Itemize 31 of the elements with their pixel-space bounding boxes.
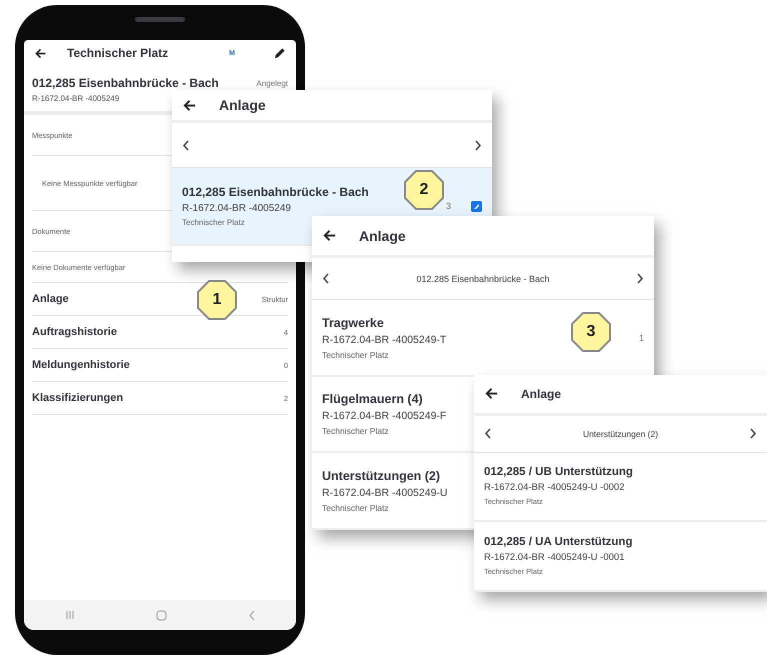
item-title: Flügelmauern (4) [322, 392, 423, 406]
screen-title: Technischer Platz [67, 46, 170, 60]
row-label: Auftragshistorie [32, 326, 117, 338]
item-title: 012,285 Eisenbahnbrücke - Bach [182, 185, 369, 199]
item-code: R-1672.04-BR -4005249-U -0001 [484, 552, 624, 564]
object-code: R-1672.04-BR -4005249 [32, 94, 120, 103]
item-type: Technischer Platz [322, 350, 389, 360]
nav-title: Unterstützungen (2) [582, 428, 658, 439]
item-type: Technischer Platz [322, 426, 389, 436]
item-title: Tragwerke [322, 316, 384, 330]
object-title: 012,285 Eisenbahnbrücke - Bach [32, 76, 219, 90]
item-count: 3 [446, 201, 451, 211]
item-title: 012,285 / UB Unterstützung [484, 466, 633, 478]
panel-title: Anlage [359, 228, 406, 244]
item-code: R-1672.04-BR -4005249-T [322, 334, 446, 346]
item-code: R-1672.04-BR -4005249-U [322, 486, 448, 499]
row-label: Meldungenhistorie [32, 359, 130, 371]
item-type: Technischer Platz [322, 502, 389, 513]
panel-title: Anlage [219, 97, 266, 113]
item-type: Technischer Platz [182, 218, 245, 227]
panel-title: Anlage [521, 386, 562, 401]
nav-title: 012.285 Eisenbahnbrücke - Bach [416, 274, 550, 284]
item-code: R-1672.04-BR -4005249-U -0002 [484, 482, 624, 494]
item-code: R-1672.04-BR -4005249-F [322, 410, 446, 422]
item-title: Unterstützungen (2) [322, 468, 440, 483]
item-title: 012,285 / UA Unterstützung [484, 536, 632, 548]
row-label: Anlage [32, 293, 69, 305]
status-label: Angelegt [256, 78, 288, 88]
item-count: 1 [638, 332, 644, 343]
row-label: Klassifizierungen [32, 392, 124, 404]
item-code: R-1672.04-BR -4005249 [182, 203, 291, 214]
